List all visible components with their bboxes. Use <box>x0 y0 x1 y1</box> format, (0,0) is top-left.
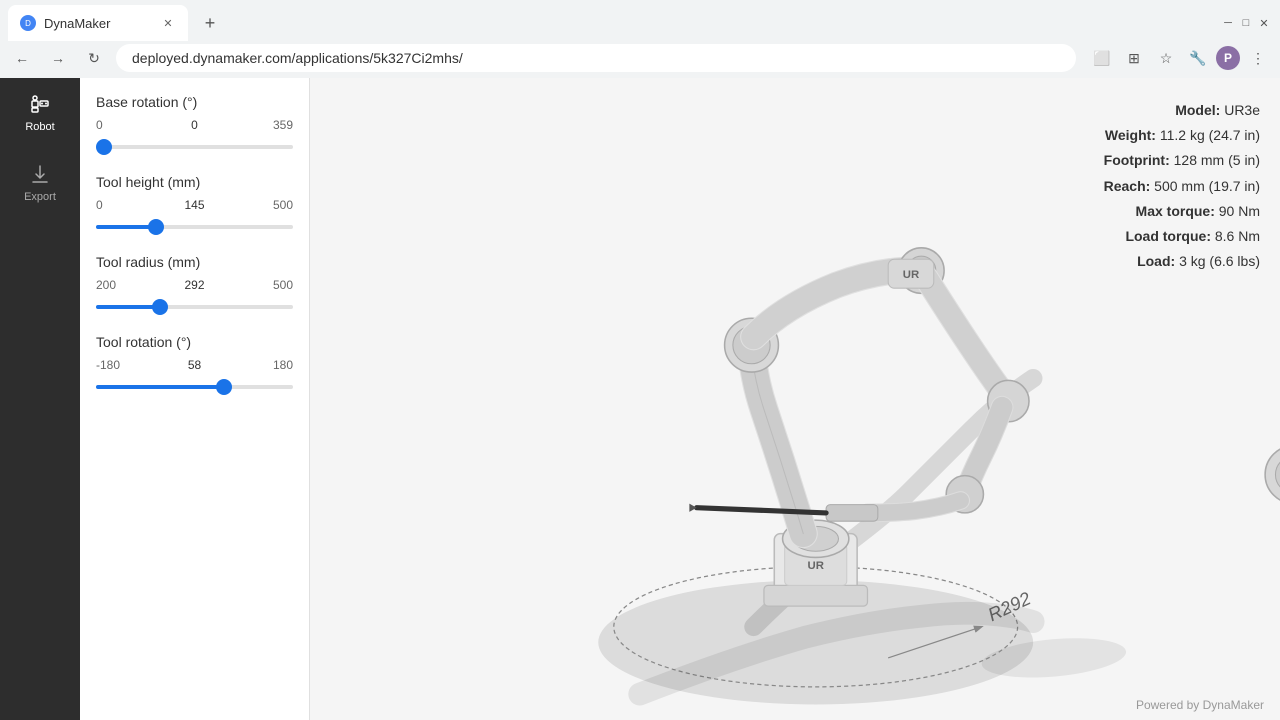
controls-panel: Base rotation (°) 0 0 359 Tool height (m… <box>80 78 310 720</box>
robot-icon <box>28 93 52 117</box>
tool-radius-group: Tool radius (mm) 200 292 500 <box>96 254 293 314</box>
title-bar: D DynaMaker ✕ + ─ □ ✕ <box>0 0 1280 38</box>
load-value: 3 kg (6.6 lbs) <box>1179 253 1260 269</box>
tool-rotation-group: Tool rotation (°) -180 58 180 <box>96 334 293 394</box>
sidebar-export-label: Export <box>24 191 56 203</box>
bookmark-icon[interactable]: ☆ <box>1152 44 1180 72</box>
new-tab-button[interactable]: + <box>196 9 224 37</box>
model-label: Model: <box>1175 102 1220 118</box>
spec-model: Model: UR3e <box>1104 98 1260 123</box>
base-rotation-slider-wrapper <box>96 136 293 154</box>
spec-max-torque: Max torque: 90 Nm <box>1104 199 1260 224</box>
cast-icon[interactable]: ⬜ <box>1088 44 1116 72</box>
tool-radius-label: Tool radius (mm) <box>96 254 293 270</box>
max-torque-label: Max torque: <box>1136 203 1215 219</box>
tool-height-min: 0 <box>96 198 126 212</box>
address-bar: ← → ↻ ⬜ ⊞ ☆ 🔧 P ⋮ <box>0 38 1280 78</box>
reach-label: Reach: <box>1104 178 1151 194</box>
tool-rotation-value: 58 <box>126 358 263 372</box>
spec-weight: Weight: 11.2 kg (24.7 in) <box>1104 123 1260 148</box>
base-rotation-max: 359 <box>263 118 293 132</box>
app-layout: Robot Export Base rotation (°) 0 0 359 <box>0 78 1280 720</box>
active-tab[interactable]: D DynaMaker ✕ <box>8 5 188 41</box>
svg-text:D: D <box>25 19 31 28</box>
reach-value: 500 mm (19.7 in) <box>1154 178 1260 194</box>
tool-height-range-row: 0 145 500 <box>96 198 293 212</box>
browser-toolbar: ⬜ ⊞ ☆ 🔧 P ⋮ <box>1088 44 1272 72</box>
url-input[interactable] <box>116 44 1076 72</box>
model-value: UR3e <box>1224 102 1260 118</box>
tool-height-max: 500 <box>263 198 293 212</box>
base-rotation-slider[interactable] <box>96 145 293 149</box>
tool-height-group: Tool height (mm) 0 145 500 <box>96 174 293 234</box>
tool-height-slider[interactable] <box>96 225 293 229</box>
robot-3d-viewport[interactable]: R292 UR <box>310 78 1280 720</box>
load-torque-label: Load torque: <box>1125 228 1211 244</box>
tool-rotation-slider-wrapper <box>96 376 293 394</box>
extensions-icon[interactable]: 🔧 <box>1184 44 1212 72</box>
browser-chrome: D DynaMaker ✕ + ─ □ ✕ ← → ↻ ⬜ ⊞ ☆ 🔧 P ⋮ <box>0 0 1280 78</box>
tool-rotation-max: 180 <box>263 358 293 372</box>
refresh-button[interactable]: ↻ <box>80 44 108 72</box>
spec-load: Load: 3 kg (6.6 lbs) <box>1104 249 1260 274</box>
powered-by-footer: Powered by DynaMaker <box>1136 698 1264 712</box>
sidebar-robot-label: Robot <box>25 121 54 133</box>
base-rotation-value: 0 <box>126 118 263 132</box>
tool-radius-slider-wrapper <box>96 296 293 314</box>
window-controls: ─ □ ✕ <box>1220 15 1272 31</box>
main-viewport: R292 UR <box>310 78 1280 720</box>
base-rotation-label: Base rotation (°) <box>96 94 293 110</box>
tool-rotation-min: -180 <box>96 358 126 372</box>
tool-radius-min: 200 <box>96 278 126 292</box>
sidebar: Robot Export <box>0 78 80 720</box>
tool-rotation-range-row: -180 58 180 <box>96 358 293 372</box>
load-label: Load: <box>1137 253 1175 269</box>
tool-radius-value: 292 <box>126 278 263 292</box>
footprint-label: Footprint: <box>1104 152 1170 168</box>
load-torque-value: 8.6 Nm <box>1215 228 1260 244</box>
base-rotation-group: Base rotation (°) 0 0 359 <box>96 94 293 154</box>
forward-button[interactable]: → <box>44 44 72 72</box>
tool-height-slider-wrapper <box>96 216 293 234</box>
minimize-button[interactable]: ─ <box>1220 15 1236 31</box>
tool-height-label: Tool height (mm) <box>96 174 293 190</box>
tool-radius-max: 500 <box>263 278 293 292</box>
svg-text:UR: UR <box>807 560 823 572</box>
tab-title: DynaMaker <box>44 16 110 31</box>
tool-radius-slider[interactable] <box>96 305 293 309</box>
svg-text:UR: UR <box>903 269 919 281</box>
max-torque-value: 90 Nm <box>1219 203 1260 219</box>
spec-load-torque: Load torque: 8.6 Nm <box>1104 224 1260 249</box>
tab-close-button[interactable]: ✕ <box>160 15 176 31</box>
specs-panel: Model: UR3e Weight: 11.2 kg (24.7 in) Fo… <box>1104 98 1260 274</box>
weight-label: Weight: <box>1105 127 1156 143</box>
base-rotation-min: 0 <box>96 118 126 132</box>
footer-text: Powered by DynaMaker <box>1136 698 1264 712</box>
close-button[interactable]: ✕ <box>1256 15 1272 31</box>
export-icon <box>28 163 52 187</box>
spec-footprint: Footprint: 128 mm (5 in) <box>1104 148 1260 173</box>
sidebar-item-robot[interactable]: Robot <box>0 78 80 148</box>
tool-height-value: 145 <box>126 198 263 212</box>
footprint-value: 128 mm (5 in) <box>1174 152 1260 168</box>
back-button[interactable]: ← <box>8 44 36 72</box>
tool-rotation-slider[interactable] <box>96 385 293 389</box>
spec-reach: Reach: 500 mm (19.7 in) <box>1104 174 1260 199</box>
tab-favicon: D <box>20 15 36 31</box>
weight-value: 11.2 kg (24.7 in) <box>1160 127 1260 143</box>
menu-button[interactable]: ⋮ <box>1244 44 1272 72</box>
tool-radius-range-row: 200 292 500 <box>96 278 293 292</box>
sidebar-item-export[interactable]: Export <box>0 148 80 218</box>
tool-rotation-label: Tool rotation (°) <box>96 334 293 350</box>
profile-avatar[interactable]: P <box>1216 46 1240 70</box>
apps-icon[interactable]: ⊞ <box>1120 44 1148 72</box>
base-rotation-range-row: 0 0 359 <box>96 118 293 132</box>
maximize-button[interactable]: □ <box>1238 15 1254 31</box>
